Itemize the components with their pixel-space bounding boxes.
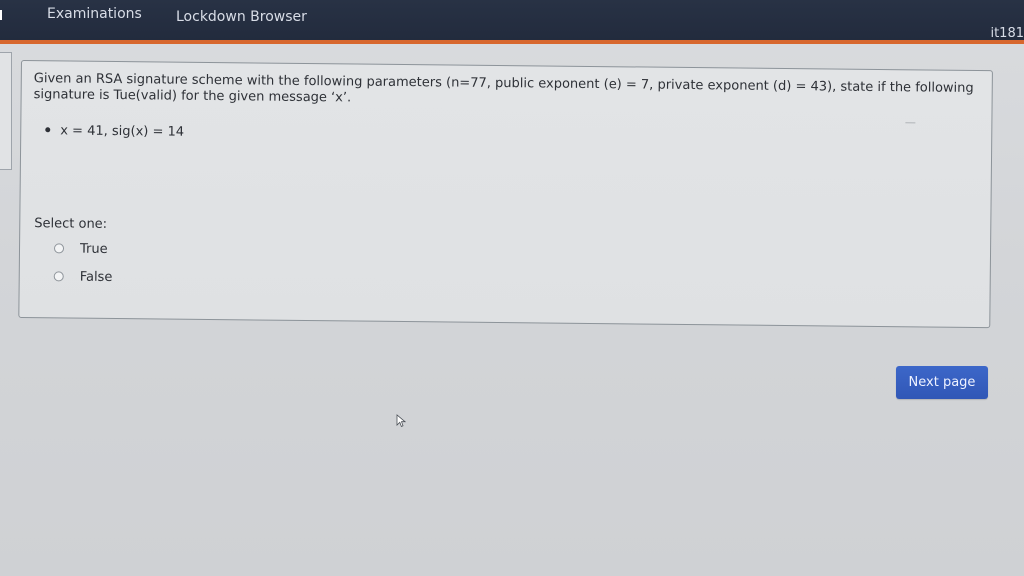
nav-link-examinations[interactable]: Examinations	[47, 5, 142, 23]
answer-option-true[interactable]: True	[53, 241, 108, 258]
answer-option-false-label: False	[79, 269, 113, 285]
question-card: Given an RSA signature scheme with the f…	[18, 60, 993, 329]
radio-false-icon[interactable]	[53, 271, 64, 282]
answer-option-false[interactable]: False	[53, 269, 113, 286]
user-label: it181	[990, 26, 1024, 41]
question-bullet-text: x = 41, sig(x) = 14	[60, 123, 185, 140]
select-one-label: Select one:	[34, 216, 108, 232]
question-bullet-item: x = 41, sig(x) = 14	[45, 123, 184, 140]
dash-mark	[905, 122, 916, 124]
answer-option-true-label: True	[79, 241, 108, 257]
top-navigation-bar: Examinations Lockdown Browser it181	[0, 0, 1024, 44]
arrow-cursor-icon	[396, 414, 406, 428]
left-side-panel	[0, 52, 12, 170]
next-page-button[interactable]: Next page	[896, 366, 988, 399]
radio-true-icon[interactable]	[53, 243, 65, 254]
question-text: Given an RSA signature scheme with the f…	[33, 71, 974, 106]
bullet-icon	[45, 127, 51, 133]
left-edge-indicator	[0, 10, 2, 20]
nav-link-lockdown-browser[interactable]: Lockdown Browser	[176, 8, 307, 26]
